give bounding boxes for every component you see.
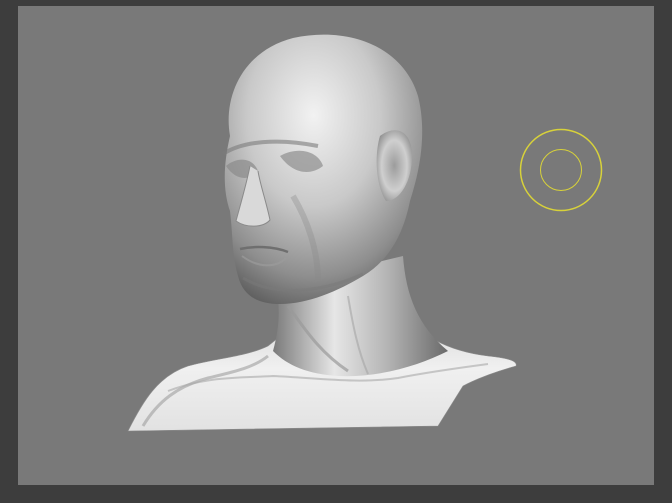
brush-outer-circle [519, 128, 603, 212]
app-frame [0, 0, 672, 503]
3d-viewport[interactable] [18, 6, 654, 485]
brush-cursor [519, 128, 603, 212]
sculpt-bust-model[interactable] [18, 6, 654, 485]
brush-inner-circle [540, 149, 582, 191]
